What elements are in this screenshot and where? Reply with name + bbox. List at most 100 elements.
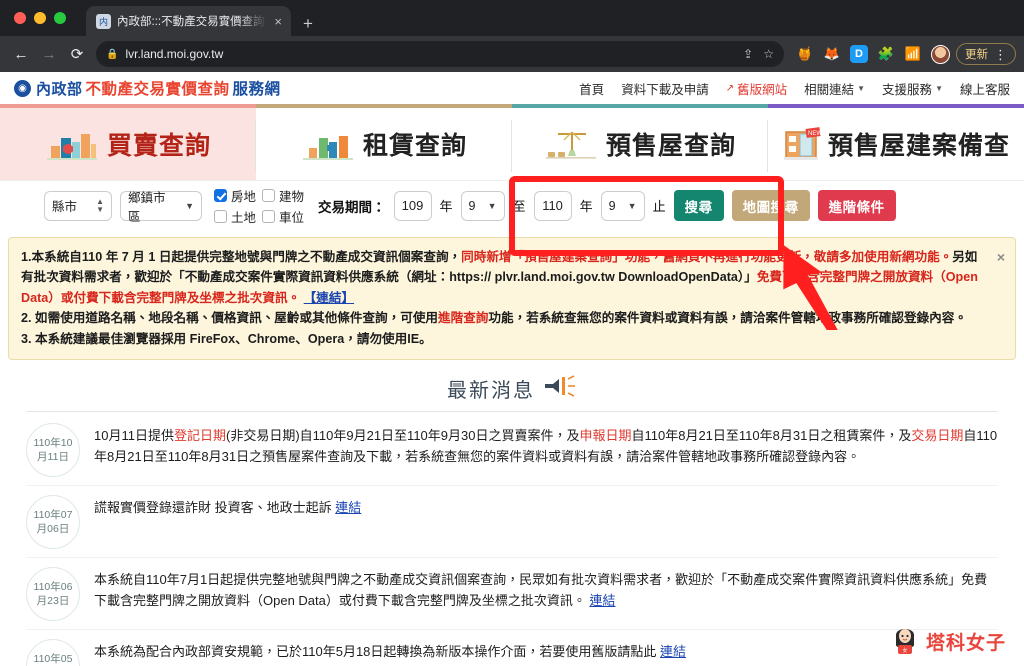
chevron-down-icon: ▼ — [627, 200, 637, 211]
nav-item-downloads[interactable]: 資料下載及申請 — [621, 79, 709, 98]
news-date-line2: 月06日 — [36, 522, 70, 535]
town-select[interactable]: 鄉鎮市區 ▼ — [120, 190, 202, 224]
checkbox-box[interactable] — [214, 188, 227, 202]
avatar[interactable] — [931, 44, 950, 64]
close-window-button[interactable] — [14, 12, 26, 24]
nav-item-legacy-site[interactable]: ↗ 舊版網站 — [726, 79, 787, 98]
updown-arrows-icon: ▲ ▼ — [96, 196, 104, 214]
minimize-window-button[interactable] — [34, 12, 46, 24]
to-year-input[interactable]: 110 — [533, 190, 572, 221]
advanced-conditions-button[interactable]: 進階條件 — [817, 190, 896, 221]
forward-button[interactable]: → — [36, 41, 62, 67]
nav-label: 支援服務 — [882, 82, 933, 97]
to-month-select[interactable]: 9 ▼ — [600, 190, 645, 221]
tab-label: 買賣查詢 — [106, 132, 211, 160]
notice-text: 1.本系統自110 年 7 月 1 日起提供完整地號與門牌之不動產成交資訊個案查… — [21, 250, 462, 264]
tab-close-icon[interactable]: × — [273, 15, 283, 28]
watermark: 女 塔科女子 — [890, 623, 1006, 660]
checkbox-box[interactable] — [262, 188, 276, 202]
dropbox-icon[interactable]: D — [850, 45, 868, 63]
checkbox-box[interactable] — [262, 209, 276, 223]
checkbox-label: 房地 — [231, 189, 257, 204]
nav-label: 首頁 — [579, 82, 605, 97]
new-tab-button[interactable]: + — [303, 15, 313, 32]
checkbox-house-land[interactable]: 房地 — [214, 186, 256, 205]
property-type-checkboxes: 房地 建物 土地 車位 — [214, 186, 304, 226]
logo-part1: 內政部 — [36, 80, 83, 98]
news-link[interactable]: 連結 — [660, 644, 686, 659]
nav-item-related-links[interactable]: 相關連結 ▼ — [804, 79, 865, 98]
news-frag-red: 登記日期 — [173, 427, 226, 443]
watermark-text: 塔科女子 — [925, 633, 1006, 654]
checkbox-parking[interactable]: 車位 — [262, 207, 304, 226]
checkbox-land[interactable]: 土地 — [214, 207, 256, 226]
extensions-bar: 🍯 🦊 D 🧩 📶 — [792, 44, 950, 64]
map-search-button[interactable]: 地圖搜尋 — [731, 190, 810, 221]
buildings-icon — [45, 124, 101, 164]
address-bar[interactable]: 🔒 lvr.land.moi.gov.tw ⇪ ☆ — [96, 41, 784, 67]
county-value: 縣市 — [52, 200, 78, 214]
tab-title: 內政部:::不動產交易實價查詢服 — [117, 16, 268, 28]
tab-sale-query[interactable]: 買賣查詢 — [0, 104, 256, 180]
chevron-down-icon: ▼ — [935, 83, 943, 93]
megaphone-icon — [543, 375, 577, 402]
chevron-down-icon: ▼ — [487, 200, 497, 211]
news-frag: (非交易日期)自110年9月21日至110年9月30日之買賣案件，及 — [225, 427, 580, 443]
chevron-down-icon: ▼ — [857, 83, 866, 93]
nav-label: 舊版網站 — [737, 82, 788, 97]
reload-button[interactable]: ⟳ — [64, 41, 90, 67]
chevron-down-icon: ▼ — [185, 200, 194, 211]
news-link[interactable]: 連結 — [590, 593, 616, 608]
news-item[interactable]: 110年10 月11日 10月11日提供登記日期(非交易日期)自110年9月21… — [26, 414, 998, 486]
building-new-icon: NEW — [782, 124, 822, 164]
checkbox-building[interactable]: 建物 — [262, 186, 304, 205]
news-date-line2: 月23日 — [36, 594, 70, 607]
update-label: 更新 — [965, 49, 988, 61]
back-button[interactable]: ← — [8, 41, 34, 67]
news-frag: 自110年8月21日至110年8月31日之租賃案件，及 — [631, 427, 912, 443]
site-logo[interactable]: ◉ 內政部 不動產交易實價查詢 服務網 — [14, 77, 281, 99]
nav-label: 線上客服 — [959, 82, 1010, 97]
from-year-input[interactable]: 109 — [393, 190, 432, 221]
notice-text-red[interactable]: 進階查詢 — [438, 311, 488, 325]
news-frag: 本系統自110年7月1日起提供完整地號與門牌之不動產成交資訊個案查詢，民眾如有批… — [94, 571, 988, 608]
checkbox-box[interactable] — [214, 209, 227, 223]
tab-rent-query[interactable]: 租賃查詢 — [256, 104, 512, 180]
news-item[interactable]: 110年06 月23日 本系統自110年7月1日起提供完整地號與門牌之不動產成交… — [26, 558, 998, 630]
news-date-badge: 110年06 月23日 — [26, 566, 80, 621]
external-link-icon: ↗ — [725, 82, 735, 94]
from-month-select[interactable]: 9 ▼ — [460, 190, 505, 221]
news-item[interactable]: 110年05 月18日 本系統為配合內政部資安規範，已於110年5月18日起轉換… — [26, 630, 998, 666]
honey-icon[interactable]: 🍯 — [796, 45, 814, 63]
news-text: 謊報實價登錄還詐財 投資客、地政士起訴 連結 — [94, 495, 361, 549]
nav-item-support[interactable]: 支援服務 ▼ — [882, 79, 943, 98]
news-date-line1: 110年07 — [33, 508, 73, 521]
news-frag: 本系統為配合內政部資安規範，已於110年5月18日起轉換為新版本操作介面，若要使… — [94, 643, 661, 659]
firefox-icon[interactable]: 🦊 — [823, 45, 841, 63]
browser-tab[interactable]: 内 內政部:::不動產交易實價查詢服 × — [86, 6, 291, 36]
nav-item-online-service[interactable]: 線上客服 — [960, 79, 1010, 98]
nav-label: 相關連結 — [804, 82, 855, 97]
close-icon[interactable]: × — [997, 246, 1005, 269]
share-icon[interactable]: ⇪ — [743, 47, 753, 61]
county-select[interactable]: 縣市 ▲ ▼ — [44, 190, 112, 221]
tab-presale-registration[interactable]: NEW 預售屋建案備查 — [768, 104, 1024, 180]
puzzle-icon[interactable]: 🧩 — [877, 45, 895, 63]
notice-text: 功能，若系統查無您的案件資料或資料有誤，請洽案件管轄地政事務所確認登錄內容。 — [488, 311, 967, 326]
news-frag-red: 交易日期 — [911, 427, 964, 443]
tab-presale-query[interactable]: 預售屋查詢 — [512, 104, 768, 180]
star-icon[interactable]: ☆ — [763, 47, 774, 61]
notice-link[interactable]: 【連結】 — [304, 291, 354, 305]
search-button[interactable]: 搜尋 — [673, 190, 724, 221]
cast-icon[interactable]: 📶 — [904, 45, 922, 63]
news-item[interactable]: 110年07 月06日 謊報實價登錄還詐財 投資客、地政士起訴 連結 — [26, 486, 998, 558]
svg-text:女: 女 — [902, 647, 907, 654]
maximize-window-button[interactable] — [54, 12, 66, 24]
nav-item-home[interactable]: 首頁 — [579, 79, 604, 98]
news-text: 10月11日提供登記日期(非交易日期)自110年9月21日至110年9月30日之… — [94, 423, 998, 477]
town-value: 鄉鎮市區 — [128, 190, 166, 224]
end-word-label: 止 — [652, 199, 666, 214]
browser-menu-button[interactable]: ⋮ — [994, 48, 1007, 61]
news-link[interactable]: 連結 — [335, 500, 361, 515]
update-button[interactable]: 更新 ⋮ — [956, 43, 1016, 65]
